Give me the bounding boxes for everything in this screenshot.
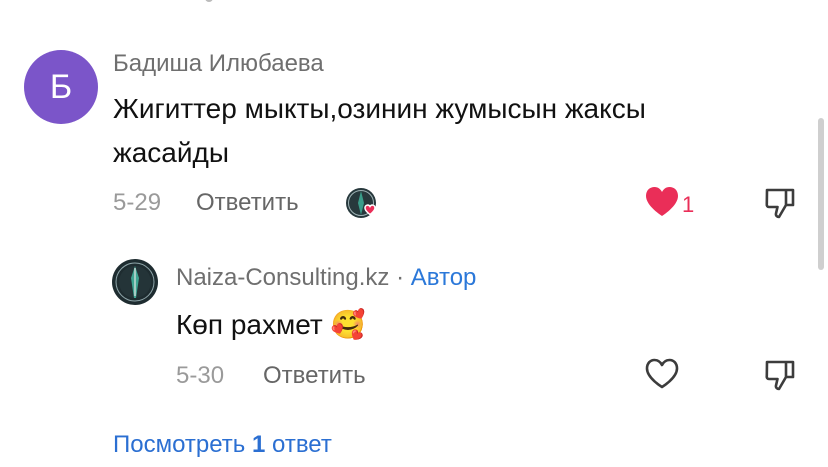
smiling-face-with-hearts-icon: 🥰 — [330, 309, 366, 340]
scrollbar[interactable] — [818, 118, 824, 270]
view-replies-count: 1 — [251, 431, 266, 458]
reply-text-line: Көп рахмет 🥰 — [176, 303, 365, 347]
avatar-letter: Б — [49, 67, 73, 106]
reply-author-name[interactable]: Naiza-Consulting.kz — [176, 264, 389, 291]
top-scroll-indicator — [205, 0, 213, 2]
reply-text: Көп рахмет — [176, 309, 323, 340]
author-tag: Автор — [410, 264, 477, 291]
reply-author-line: Naiza-Consulting.kz · Автор — [176, 264, 476, 292]
view-replies-prefix: Посмотреть — [113, 431, 252, 458]
dislike-icon[interactable] — [764, 358, 796, 392]
comment-text-line-1: Жигиттер мыкты,озинин жумысын жаксы — [113, 93, 646, 124]
separator: · — [389, 264, 411, 291]
avatar[interactable]: Б — [24, 50, 98, 124]
spear-logo-avatar-icon[interactable] — [111, 258, 159, 306]
heart-filled-icon[interactable] — [644, 186, 680, 218]
view-replies-link[interactable]: Посмотреть 1 ответ — [113, 431, 332, 459]
view-replies-suffix: ответ — [265, 431, 332, 458]
reply-reply-button[interactable]: Ответить — [263, 362, 366, 390]
reply-date: 5-30 — [176, 362, 225, 389]
reply-button[interactable]: Ответить — [196, 189, 299, 217]
heart-outline-icon[interactable] — [644, 358, 680, 390]
comment-date: 5-29 — [113, 189, 162, 216]
comment-author-name[interactable]: Бадиша Илюбаева — [113, 50, 324, 78]
dislike-icon[interactable] — [764, 186, 796, 220]
creator-liked-avatar-icon — [344, 186, 384, 222]
like-count: 1 — [682, 192, 695, 217]
comment-text-line-2: жасайды — [113, 137, 229, 168]
